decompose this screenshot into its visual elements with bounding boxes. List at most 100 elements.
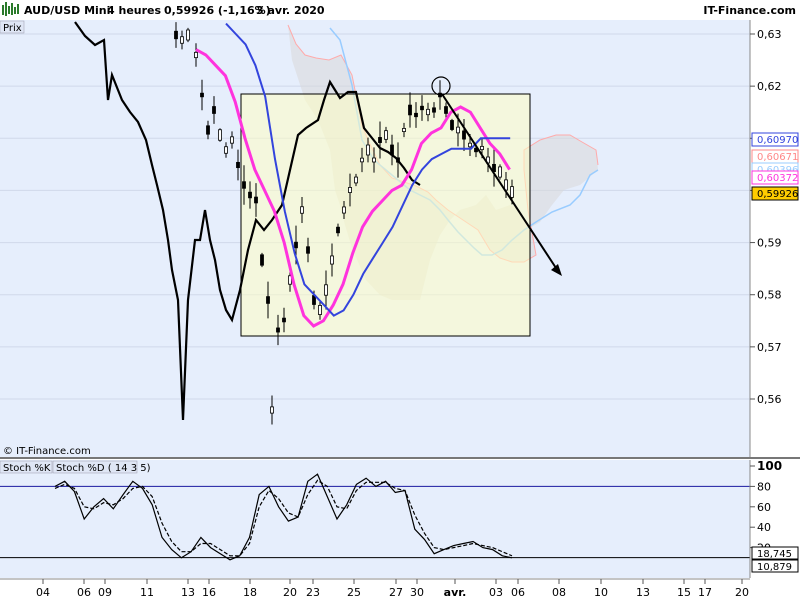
time-tick-label: 16 <box>202 586 216 599</box>
candle-body <box>324 284 328 296</box>
candle-body <box>218 129 222 141</box>
candle-body <box>450 120 454 130</box>
candle-body <box>414 112 418 118</box>
candle-body <box>180 36 184 44</box>
stoch-tick-label: 40 <box>757 521 771 534</box>
candle-body <box>270 406 274 414</box>
candle-body <box>342 206 346 214</box>
time-tick-label: 27 <box>389 586 403 599</box>
candle-body <box>456 126 460 134</box>
candle-body <box>390 144 394 156</box>
candle-body <box>200 92 204 98</box>
candle-body <box>360 157 364 163</box>
price-tick-label: 0,62 <box>757 80 782 93</box>
candle-body <box>224 146 228 154</box>
stoch-tick-label: 80 <box>757 480 771 493</box>
candle-body <box>330 255 334 265</box>
candle-body <box>276 327 280 333</box>
price-tick-label: 0,59 <box>757 237 782 250</box>
candle-body <box>318 305 322 315</box>
stochastic-panel <box>0 460 750 578</box>
stoch-value-label: 10,879 <box>757 562 792 573</box>
candle-body <box>498 166 502 178</box>
candle-body <box>282 317 286 323</box>
last-quote: 0,59926 (-1,16%) <box>164 4 271 17</box>
candle-body <box>426 108 430 116</box>
stoch-tick-label: 60 <box>757 501 771 514</box>
candle-body <box>354 176 358 184</box>
candle-body <box>186 29 190 41</box>
candle-body <box>420 105 424 111</box>
time-tick-label: 11 <box>140 586 154 599</box>
price-tag-label: 0,59926 <box>757 189 798 200</box>
candle-body <box>294 241 298 249</box>
stoch-value-tags: 18,745 10,879 <box>751 546 799 573</box>
stoch-tick-label: 100 <box>757 459 782 473</box>
time-tick-label: 13 <box>636 586 650 599</box>
candle-body <box>372 157 376 163</box>
candle-body <box>366 144 370 156</box>
candle-body <box>212 106 216 114</box>
time-tick-label: 06 <box>511 586 525 599</box>
candle-body <box>242 181 246 189</box>
candle-body <box>306 246 310 254</box>
time-tick-label: 30 <box>410 586 424 599</box>
candle-body <box>378 137 382 143</box>
candle-body <box>408 104 412 116</box>
candle-body <box>236 161 240 169</box>
stoch-k-label: Stoch %K <box>3 463 51 474</box>
price-tag-label: 0,60671 <box>757 152 798 163</box>
stoch-d-label: Stoch %D ( 14 3 5) <box>56 463 151 474</box>
time-tick-label: 17 <box>698 586 712 599</box>
time-tick-label: 06 <box>77 586 91 599</box>
candle-body <box>510 186 514 198</box>
candle-body <box>402 128 406 132</box>
time-tick-label: 25 <box>347 586 361 599</box>
price-tick-label: 0,63 <box>757 28 782 41</box>
candle-body <box>254 196 258 204</box>
time-tick-label: 08 <box>552 586 566 599</box>
candle-body <box>174 30 178 40</box>
candle-body <box>480 145 484 151</box>
price-tag-label: 0,60970 <box>757 135 798 146</box>
chart-date: 3 avr. 2020 <box>256 4 325 17</box>
candle-body <box>396 157 400 163</box>
time-tick-label: 03 <box>489 586 503 599</box>
candle-body <box>336 226 340 234</box>
candle-body <box>462 130 466 140</box>
time-tick-label: 20 <box>735 586 749 599</box>
brand-name: IT-Finance.com <box>703 4 796 17</box>
candle-body <box>444 106 448 114</box>
timeframe-label: 4 heures <box>107 4 161 17</box>
candle-body <box>432 107 436 113</box>
time-tick-label: 09 <box>98 586 112 599</box>
price-panel-label: Prix <box>3 23 22 34</box>
price-tags: 0,609700,606710,603960,603720,59926 <box>751 132 799 201</box>
time-tick-label: 04 <box>36 586 50 599</box>
candle-body <box>260 254 264 266</box>
price-tick-label: 0,56 <box>757 393 782 406</box>
stoch-value-label: 18,745 <box>757 549 792 560</box>
candle-body <box>468 142 472 148</box>
price-tag-label: 0,60372 <box>757 173 798 184</box>
candle-body <box>248 191 252 199</box>
candle-body <box>266 296 270 304</box>
time-tick-label: 18 <box>243 586 257 599</box>
candle-body <box>384 130 388 140</box>
price-tick-label: 0,58 <box>757 289 782 302</box>
candle-body <box>194 51 198 59</box>
time-tick-label: 20 <box>283 586 297 599</box>
time-tick-label: 23 <box>306 586 320 599</box>
candle-body <box>230 136 234 144</box>
chart: AUD/USD Mini 4 heures 0,59926 (-1,16%) 3… <box>0 0 800 600</box>
time-tick-label: 15 <box>677 586 691 599</box>
candle-body <box>348 187 352 193</box>
price-tick-label: 0,57 <box>757 341 782 354</box>
time-tick-label: avr. <box>444 586 467 599</box>
candle-body <box>300 206 304 214</box>
instrument-title: AUD/USD Mini <box>24 4 110 17</box>
candle-body <box>206 125 210 135</box>
time-tick-label: 10 <box>594 586 608 599</box>
watermark: © IT-Finance.com <box>3 446 91 457</box>
time-tick-label: 13 <box>181 586 195 599</box>
